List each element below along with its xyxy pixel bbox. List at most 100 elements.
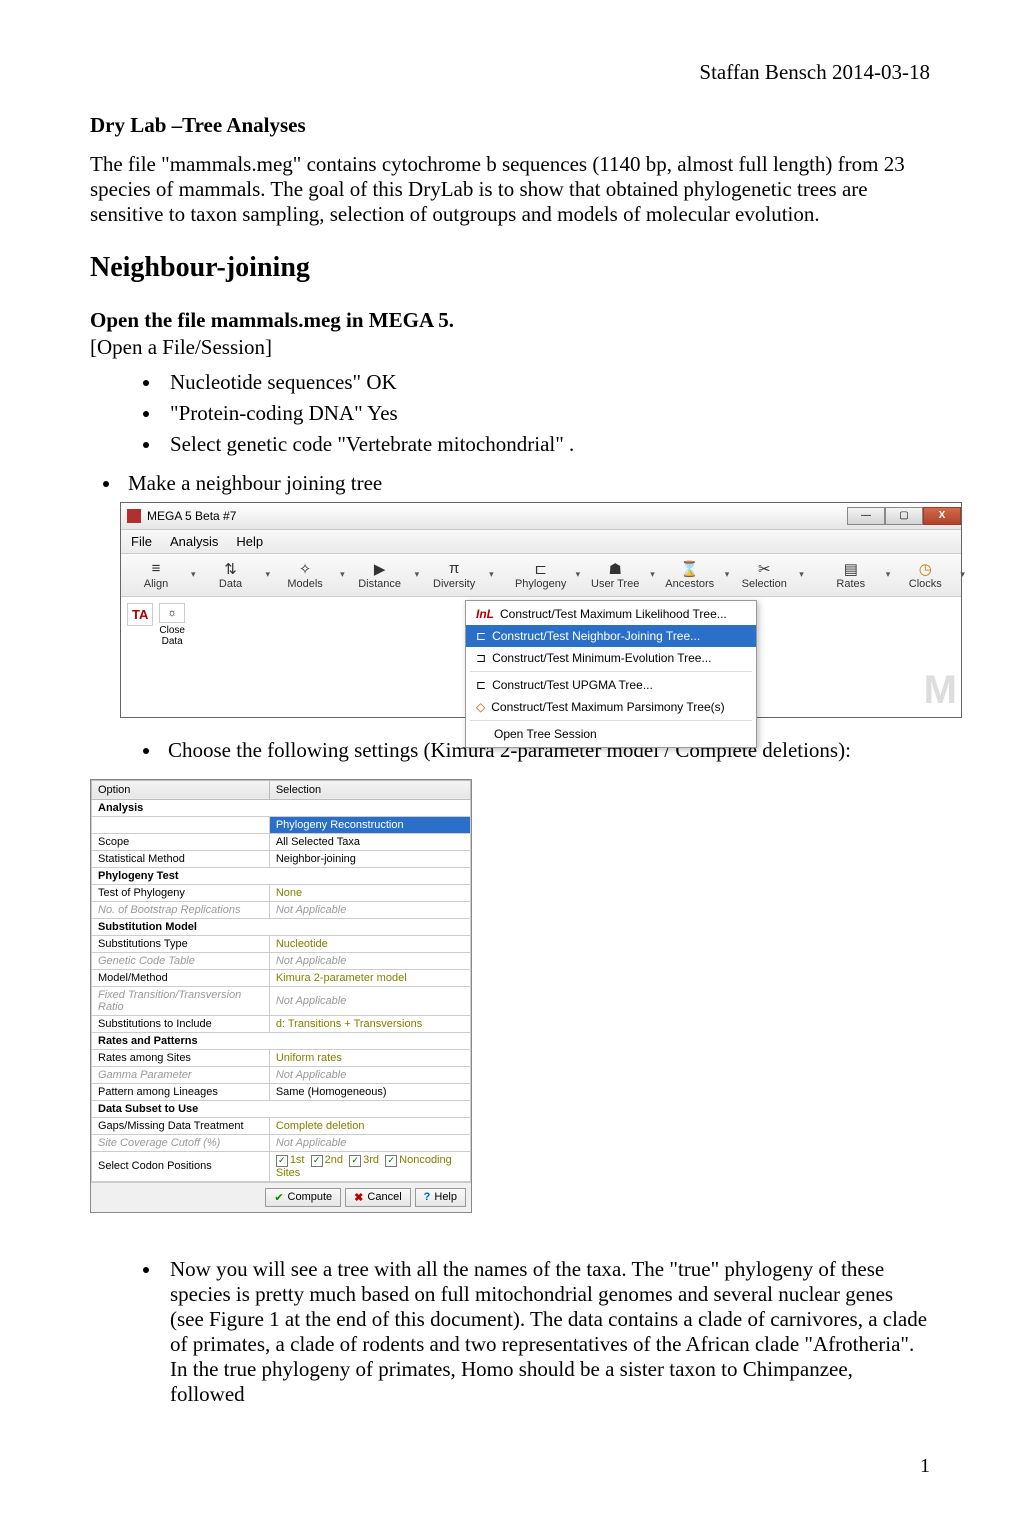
open-file-line: Open the file mammals.meg in MEGA 5. bbox=[90, 308, 930, 333]
menu-item-nj[interactable]: ⊏ Construct/Test Neighbor-Joining Tree..… bbox=[466, 625, 756, 647]
menu-help[interactable]: Help bbox=[236, 534, 263, 549]
phylogeny-dropdown-menu: InL Construct/Test Maximum Likelihood Tr… bbox=[465, 600, 757, 748]
distance-icon: ▶ bbox=[374, 560, 386, 578]
options-row-value[interactable]: Nucleotide bbox=[269, 935, 470, 952]
chevron-down-icon[interactable]: ▾ bbox=[487, 569, 496, 580]
toolbar-rates[interactable]: ▤Rates bbox=[822, 558, 880, 592]
chevron-down-icon[interactable]: ▾ bbox=[574, 569, 583, 580]
chevron-down-icon[interactable]: ▾ bbox=[648, 569, 657, 580]
menu-item-label: Construct/Test Neighbor-Joining Tree... bbox=[492, 629, 700, 643]
options-row-label: Site Coverage Cutoff (%) bbox=[92, 1134, 270, 1151]
options-row-value[interactable]: d: Transitions + Transversions bbox=[269, 1015, 470, 1032]
mega-menubar: File Analysis Help bbox=[121, 530, 961, 554]
toolbar-data[interactable]: ⇅Data bbox=[202, 558, 260, 592]
mega-title-text: MEGA 5 Beta #7 bbox=[147, 509, 236, 523]
section-title: Dry Lab –Tree Analyses bbox=[90, 113, 930, 138]
heading-nj: Neighbour-joining bbox=[90, 252, 930, 284]
ta-box[interactable]: TA bbox=[127, 603, 153, 626]
options-table: Option Selection AnalysisPhylogeny Recon… bbox=[91, 780, 471, 1182]
menu-item-open-session[interactable]: Open Tree Session bbox=[466, 723, 756, 745]
chevron-down-icon[interactable]: ▾ bbox=[723, 569, 732, 580]
menu-item-mp[interactable]: ◇ Construct/Test Maximum Parsimony Tree(… bbox=[466, 696, 756, 718]
chevron-down-icon[interactable]: ▾ bbox=[338, 569, 347, 580]
menu-item-ml[interactable]: InL Construct/Test Maximum Likelihood Tr… bbox=[466, 603, 756, 625]
options-row-value: Not Applicable bbox=[269, 952, 470, 969]
chevron-down-icon[interactable]: ▾ bbox=[264, 569, 273, 580]
chevron-down-icon[interactable]: ▾ bbox=[884, 569, 893, 580]
options-row-value[interactable]: Same (Homogeneous) bbox=[269, 1083, 470, 1100]
chevron-down-icon[interactable]: ▾ bbox=[797, 569, 806, 580]
toolbar-phylogeny[interactable]: ⊏Phylogeny bbox=[512, 558, 570, 592]
mega-body: TA ☼ Close Data InL Construct/Test Maxim… bbox=[121, 597, 961, 717]
cancel-button[interactable]: ✖Cancel bbox=[345, 1188, 410, 1207]
toolbar-usertree[interactable]: ☗User Tree bbox=[586, 558, 644, 592]
mega-toolbar: ≡Align▾ ⇅Data▾ ✧Models▾ ▶Distance▾ πDive… bbox=[121, 554, 961, 597]
intro-paragraph: The file "mammals.meg" contains cytochro… bbox=[90, 152, 930, 228]
options-row-value: Not Applicable bbox=[269, 1134, 470, 1151]
toolbar-label: Data bbox=[219, 578, 242, 590]
options-row: Gamma ParameterNot Applicable bbox=[92, 1066, 471, 1083]
bullet-list-a: Nucleotide sequences" OK "Protein-coding… bbox=[90, 370, 930, 457]
options-col-option: Option bbox=[92, 780, 270, 799]
options-row-label bbox=[92, 816, 270, 833]
options-row-value[interactable]: None bbox=[269, 884, 470, 901]
header-author-date: Staffan Bensch 2014-03-18 bbox=[90, 60, 930, 85]
options-row-codon: Select Codon Positions ✓1st ✓2nd ✓3rd ✓N… bbox=[92, 1151, 471, 1181]
data-icon: ⇅ bbox=[224, 560, 237, 578]
toolbar-label: Phylogeny bbox=[515, 578, 566, 590]
button-label: Cancel bbox=[367, 1191, 401, 1203]
toolbar-clocks[interactable]: ◷Clocks bbox=[896, 558, 954, 592]
minimize-button[interactable]: — bbox=[847, 507, 885, 525]
compute-button[interactable]: ✔Compute bbox=[265, 1188, 341, 1207]
options-row-value[interactable]: Kimura 2-parameter model bbox=[269, 969, 470, 986]
menu-item-label: Open Tree Session bbox=[494, 727, 597, 741]
checkbox-icon[interactable]: ✓ bbox=[385, 1155, 397, 1167]
options-row-value[interactable]: Phylogeny Reconstruction bbox=[269, 816, 470, 833]
sun-box[interactable]: ☼ bbox=[159, 603, 185, 623]
options-row-label: Substitutions to Include bbox=[92, 1015, 270, 1032]
menu-item-me[interactable]: ⊐ Construct/Test Minimum-Evolution Tree.… bbox=[466, 647, 756, 669]
rates-icon: ▤ bbox=[844, 560, 858, 578]
chevron-down-icon[interactable]: ▾ bbox=[958, 569, 967, 580]
options-row-label: Pattern among Lineages bbox=[92, 1083, 270, 1100]
toolbar-align[interactable]: ≡Align bbox=[127, 558, 185, 592]
checkbox-icon[interactable]: ✓ bbox=[311, 1155, 323, 1167]
toolbar-distance[interactable]: ▶Distance bbox=[351, 558, 409, 592]
options-row: Gaps/Missing Data TreatmentComplete dele… bbox=[92, 1117, 471, 1134]
diversity-icon: π bbox=[449, 560, 459, 578]
options-row-value[interactable]: Neighbor-joining bbox=[269, 850, 470, 867]
help-button[interactable]: ?Help bbox=[415, 1188, 466, 1207]
options-row-value[interactable]: Uniform rates bbox=[269, 1049, 470, 1066]
mega-watermark: M bbox=[924, 668, 955, 713]
checkbox-icon[interactable]: ✓ bbox=[349, 1155, 361, 1167]
menu-file[interactable]: File bbox=[131, 534, 152, 549]
maximize-button[interactable]: ▢ bbox=[885, 507, 923, 525]
close-button[interactable]: X bbox=[923, 507, 961, 525]
options-row-value[interactable]: All Selected Taxa bbox=[269, 833, 470, 850]
toolbar-label: Distance bbox=[358, 578, 401, 590]
toolbar-label: Selection bbox=[742, 578, 787, 590]
chevron-down-icon[interactable]: ▾ bbox=[189, 569, 198, 580]
options-row: Substitutions TypeNucleotide bbox=[92, 935, 471, 952]
clock-icon: ◷ bbox=[919, 560, 932, 578]
options-row-value[interactable]: Complete deletion bbox=[269, 1117, 470, 1134]
toolbar-selection[interactable]: ✂Selection bbox=[735, 558, 793, 592]
check-label: 2nd bbox=[325, 1154, 343, 1166]
models-icon: ✧ bbox=[299, 560, 312, 578]
chevron-down-icon[interactable]: ▾ bbox=[413, 569, 422, 580]
options-row: Statistical MethodNeighbor-joining bbox=[92, 850, 471, 867]
window-control-group: — ▢ X bbox=[847, 507, 961, 525]
toolbar-models[interactable]: ✧Models bbox=[276, 558, 334, 592]
options-row-label: Statistical Method bbox=[92, 850, 270, 867]
toolbar-label: Align bbox=[144, 578, 168, 590]
bullet-item: Select genetic code "Vertebrate mitochon… bbox=[162, 432, 930, 457]
options-row: Phylogeny Test bbox=[92, 867, 471, 884]
toolbar-diversity[interactable]: πDiversity bbox=[425, 558, 483, 592]
menu-item-upgma[interactable]: ⊏ Construct/Test UPGMA Tree... bbox=[466, 674, 756, 696]
options-row-value: Not Applicable bbox=[269, 901, 470, 918]
menu-analysis[interactable]: Analysis bbox=[170, 534, 218, 549]
toolbar-ancestors[interactable]: ⌛Ancestors bbox=[661, 558, 719, 592]
checkbox-icon[interactable]: ✓ bbox=[276, 1155, 288, 1167]
options-group-label: Data Subset to Use bbox=[92, 1100, 471, 1117]
menu-item-label: Construct/Test UPGMA Tree... bbox=[492, 678, 653, 692]
